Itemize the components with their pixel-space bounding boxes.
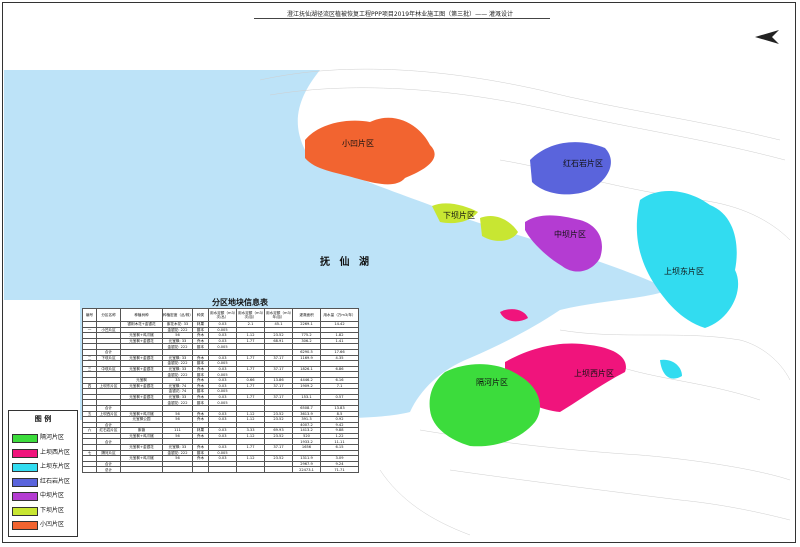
zone-info-table: 编号 分区名称 种植树种 种植密度（丛/株） 种类 用水定额（m3/次/丛） 用水定额（m3…: [82, 308, 359, 474]
legend-label: 隔河片区: [40, 434, 65, 441]
legend-swatch: [12, 492, 38, 501]
table-header-cell: 种类: [192, 308, 209, 322]
table-cell: 22473.1: [292, 466, 321, 473]
table-header-cell: 种植密度（丛/株）: [162, 308, 193, 322]
table-header-cell: 用水定额（m3/次/亩）: [236, 308, 265, 322]
legend-label: 中坝片区: [40, 492, 65, 499]
zone-label-shangba-west: 上坝西片区: [574, 369, 614, 378]
legend-label: 小凹片区: [40, 521, 65, 528]
table-header-cell: 灌溉面积: [292, 308, 321, 322]
table-cell: [120, 466, 163, 473]
table-cell: [264, 466, 293, 473]
legend-item: 隔河片区: [12, 433, 78, 443]
table-cell: [82, 466, 97, 473]
legend-item: 下坝片区: [12, 506, 78, 516]
legend-label: 红石岩片区: [40, 477, 71, 485]
zone-shangba-east: [636, 190, 739, 328]
table-body: 银荆木花+金银花 紫花木花: 33 林果 0.03 2.1 45.1 2269.1 14.42…: [82, 321, 359, 473]
table-title: 分区地块信息表: [212, 298, 268, 307]
legend-item: 上坝西片区: [12, 448, 78, 458]
table-cell: [192, 466, 209, 473]
legend: 图 例 隔河片区上坝西片区上坝东片区红石岩片区中坝片区下坝片区小凹片区: [8, 410, 78, 537]
lake-label: 抚 仙 湖: [320, 257, 372, 268]
legend-label: 上坝东片区: [40, 463, 71, 470]
table-cell: 上坝西片区: [96, 410, 121, 418]
zone-label-shangba-east: 上坝东片区: [664, 267, 704, 276]
legend-title: 图 例: [34, 415, 52, 423]
zone-xiaba-2: [480, 215, 518, 241]
legend-swatch: [12, 477, 38, 487]
legend-label: 下坝片区: [40, 506, 65, 514]
zone-shangba-east-2: [660, 359, 682, 379]
table-header-row: 编号 分区名称 种植树种 种植密度（丛/株） 种类 用水定额（m3/次/丛） 用水定额（m3…: [82, 308, 359, 322]
table-cell: 总计: [96, 466, 121, 473]
table-header-cell: 编号: [82, 308, 97, 322]
table-cell: [208, 466, 237, 473]
zone-label-hongshiyan: 红石岩片区: [563, 159, 603, 168]
legend-item: 小凹片区: [12, 520, 78, 530]
table-header-cell: 种植树种: [120, 308, 163, 322]
legend-label: 上坝西片区: [40, 448, 71, 456]
table-header-cell: 用水定额（m3/次/丛）: [208, 308, 237, 322]
table-cell: [162, 466, 193, 473]
north-arrow-icon: [755, 30, 779, 44]
table-cell: 紫花木花: 33: [162, 321, 193, 328]
table-header-cell: 分区名称: [96, 308, 121, 322]
zone-label-xiaoao: 小凹片区: [342, 139, 374, 148]
legend-swatch: [12, 448, 38, 458]
legend-swatch: [12, 506, 38, 516]
table-header-cell: 用水量（万m3/年）: [320, 308, 359, 322]
zone-label-zhongba: 中坝片区: [554, 230, 586, 239]
legend-item: 上坝东片区: [12, 462, 78, 472]
legend-item: 红石岩片区: [12, 477, 78, 487]
table-cell: 上坝东片区: [96, 382, 121, 390]
legend-item: 中坝片区: [12, 491, 78, 501]
table-cell: 红石岩片区: [96, 427, 121, 434]
zone-label-xiaba: 下坝片区: [443, 211, 475, 220]
zone-label-gehe: 隔河片区: [476, 378, 508, 387]
legend-swatch: [12, 521, 38, 530]
legend-swatch: [12, 434, 38, 443]
legend-swatch: [12, 463, 38, 472]
table-row: 总计 22473.1 71.71: [82, 466, 359, 473]
table-cell: 71.71: [320, 466, 359, 473]
table-header-cell: 用水定额（m3/年/亩）: [264, 308, 293, 322]
table-cell: [236, 466, 265, 473]
